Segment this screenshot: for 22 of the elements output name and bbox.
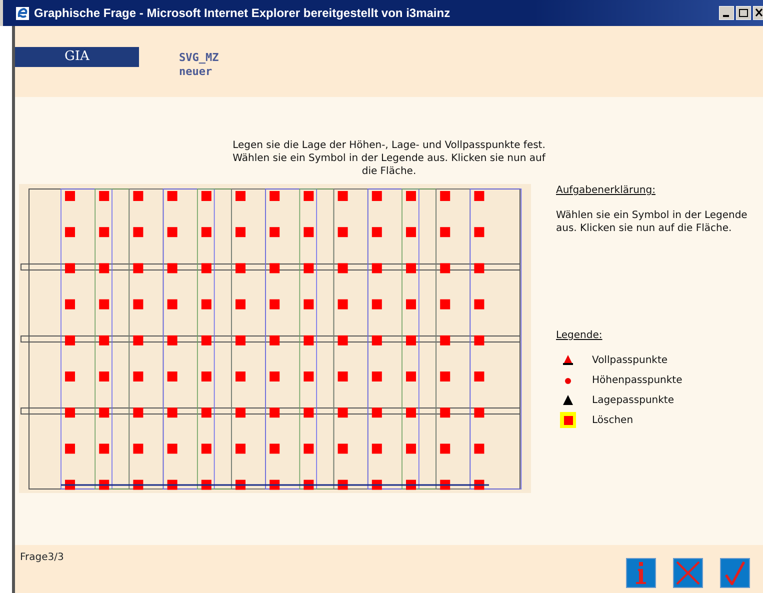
question-counter: Frage3/3 <box>20 551 64 565</box>
project-label: neuer <box>179 65 214 79</box>
close-icon <box>676 561 700 585</box>
window-title: Graphische Frage - Microsoft Internet Explorer bereitgestellt von i3mainz <box>34 6 450 20</box>
close-button[interactable] <box>753 6 763 20</box>
legend-label[interactable]: Lagepasspunkte <box>592 394 674 406</box>
legend-label[interactable]: Höhenpasspunkte <box>592 374 682 386</box>
info-icon <box>636 562 646 584</box>
legend-label[interactable]: Löschen <box>592 414 634 426</box>
project-label: SVG_MZ <box>179 51 219 65</box>
survey-area-drawing[interactable] <box>19 184 531 493</box>
checkmark-icon <box>725 561 745 585</box>
instruction-text: Legen sie die Lage der Höhen-, Lage- und Vollpasspunkte fest. Wählen sie ein Symbol in der Legende aus. Klicken sie nun auf die Fläche. <box>232 139 547 178</box>
explanation-text: Wählen sie ein Symbol in der Legende aus. Klicken sie nun auf die Fläche. <box>556 209 748 235</box>
square-icon[interactable] <box>560 412 576 428</box>
legend-heading: Legende: <box>556 329 604 342</box>
maximize-button[interactable] <box>736 6 751 20</box>
explanation-heading: Aufgabenerklärung: <box>556 184 656 197</box>
browser-icon <box>15 6 30 20</box>
legend-label[interactable]: Vollpasspunkte <box>592 354 668 366</box>
minimize-button[interactable] <box>719 6 734 20</box>
logo: GIA <box>15 47 139 67</box>
